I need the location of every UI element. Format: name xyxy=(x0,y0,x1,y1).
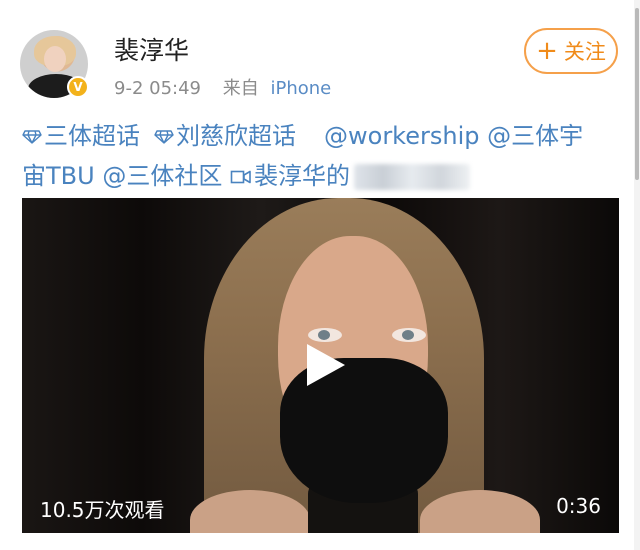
avatar-face xyxy=(44,46,66,72)
video-link-label: 裴淳华的 xyxy=(253,162,350,190)
mention-santi-community[interactable]: @三体社区 xyxy=(102,162,222,190)
topic-label: 刘慈欣超话 xyxy=(176,122,296,150)
post-content: 三体超话 刘慈欣超话 @workership @三体宇 宙TBU @三体社区 裴淳华… xyxy=(22,116,622,196)
post-time: 9-2 05:49 xyxy=(114,78,201,99)
topic-label: 三体超话 xyxy=(44,122,140,150)
diamond-icon xyxy=(22,130,42,144)
mention-workership[interactable]: @workership xyxy=(324,122,479,150)
source-prefix: 来自 xyxy=(222,78,259,99)
follow-label: 关注 xyxy=(563,40,606,64)
mention-santi-universe[interactable]: @三体宇 xyxy=(487,122,583,150)
video-duration: 0:36 xyxy=(556,494,601,518)
post-meta: 9-2 05:49 来自 iPhone xyxy=(114,74,331,100)
view-count: 10.5万次观看 xyxy=(40,498,165,522)
mention-santi-universe-cont[interactable]: 宙TBU xyxy=(22,162,95,190)
scrollbar-thumb[interactable] xyxy=(635,8,639,180)
video-link[interactable]: 裴淳华的 xyxy=(230,162,350,190)
plus-icon: + xyxy=(536,36,558,66)
verified-badge-icon: V xyxy=(67,76,89,98)
play-icon[interactable] xyxy=(299,340,349,390)
video-player[interactable]: 10.5万次观看 0:36 xyxy=(22,198,619,533)
weibo-post-card: V 裴淳华 9-2 05:49 来自 iPhone + 关注 三体超话 刘慈欣超话… xyxy=(0,0,640,550)
topic-link-liucixin[interactable]: 刘慈欣超话 xyxy=(154,122,296,150)
scrollbar-track[interactable] xyxy=(634,0,640,550)
author-name[interactable]: 裴淳华 xyxy=(114,31,189,67)
topic-link-santi[interactable]: 三体超话 xyxy=(22,122,140,150)
video-camera-icon xyxy=(230,170,251,184)
diamond-icon xyxy=(154,130,174,144)
follow-button[interactable]: + 关注 xyxy=(524,28,618,74)
video-eye xyxy=(392,328,426,342)
blurred-redaction xyxy=(353,164,470,190)
source-client[interactable]: iPhone xyxy=(270,78,331,99)
